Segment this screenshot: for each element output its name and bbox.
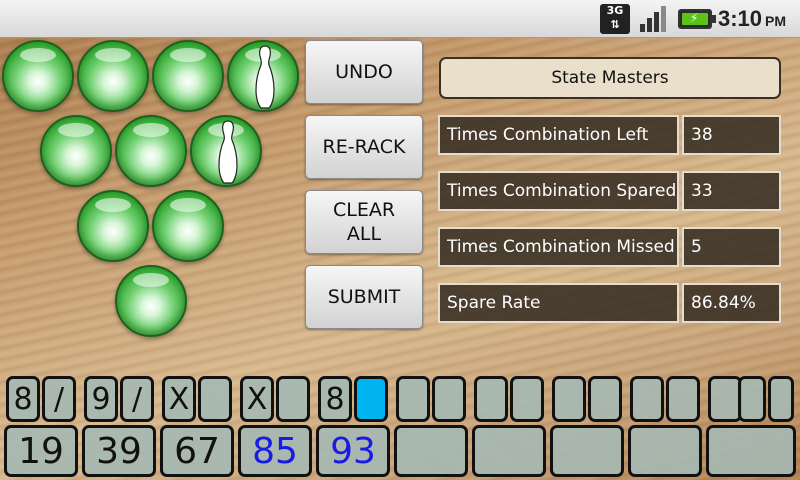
status-clock: 3:10 PM (718, 6, 786, 32)
ball-box-4[interactable]: / (120, 376, 154, 422)
pin-2[interactable] (77, 190, 149, 262)
frame-total-3: 67 (160, 425, 234, 477)
clear-all-line2: ALL (346, 223, 382, 245)
ball-box-12[interactable] (432, 376, 466, 422)
clear-all-line1: CLEAR (332, 199, 396, 221)
pin-7[interactable] (2, 40, 74, 112)
pin-3[interactable] (152, 190, 224, 262)
pin-5[interactable] (115, 115, 187, 187)
frame-total-10 (706, 425, 796, 477)
ball-box-9[interactable]: 8 (318, 376, 352, 422)
signal-strength-icon (640, 6, 666, 32)
pin-8[interactable] (77, 40, 149, 112)
ball-box-1[interactable]: 8 (6, 376, 40, 422)
frame-total-7 (472, 425, 546, 477)
ball-box-20[interactable] (738, 376, 766, 422)
ball-box-17[interactable] (630, 376, 664, 422)
clock-time: 3:10 (718, 6, 763, 31)
ball-box-3[interactable]: 9 (84, 376, 118, 422)
ball-box-18[interactable] (666, 376, 700, 422)
network-3g-icon: 3G ⇅ (600, 4, 630, 34)
ball-box-19[interactable] (708, 376, 742, 422)
ball-box-6[interactable] (198, 376, 232, 422)
ball-box-2[interactable]: / (42, 376, 76, 422)
frame-total-9 (628, 425, 702, 477)
status-bar: 3G ⇅ ⚡ 3:10 PM (0, 0, 800, 38)
undo-button[interactable]: UNDO (305, 40, 423, 104)
clear-all-button[interactable]: CLEAR ALL (305, 190, 423, 254)
frame-total-1: 19 (4, 425, 78, 477)
stat-value-missed: 5 (682, 227, 781, 267)
frame-total-6 (394, 425, 468, 477)
rerack-button[interactable]: RE-RACK (305, 115, 423, 179)
frame-total-8 (550, 425, 624, 477)
stat-label-spare-rate: Spare Rate (438, 283, 679, 323)
stat-value-spare-rate: 86.84% (682, 283, 781, 323)
network-label: 3G (606, 4, 624, 17)
pin-6[interactable] (190, 115, 262, 187)
pin-1[interactable] (115, 265, 187, 337)
battery-charging-icon: ⚡ (678, 9, 716, 29)
ball-box-14[interactable] (510, 376, 544, 422)
ball-box-15[interactable] (552, 376, 586, 422)
frame-total-5: 93 (316, 425, 390, 477)
bowling-pin-icon (255, 45, 275, 109)
league-selector[interactable]: State Masters (439, 57, 781, 99)
pin-9[interactable] (152, 40, 224, 112)
stat-value-left: 38 (682, 115, 781, 155)
ball-box-7[interactable]: X (240, 376, 274, 422)
ball-box-8[interactable] (276, 376, 310, 422)
frame-total-2: 39 (82, 425, 156, 477)
ball-box-5[interactable]: X (162, 376, 196, 422)
stat-label-spared: Times Combination Spared (438, 171, 679, 211)
stat-label-left: Times Combination Left (438, 115, 679, 155)
ball-box-16[interactable] (588, 376, 622, 422)
pin-4[interactable] (40, 115, 112, 187)
ball-box-21[interactable] (768, 376, 794, 422)
clock-ampm: PM (765, 13, 787, 29)
pin-10[interactable] (227, 40, 299, 112)
bowling-pin-icon (218, 120, 238, 184)
submit-button[interactable]: SUBMIT (305, 265, 423, 329)
stat-value-spared: 33 (682, 171, 781, 211)
stat-label-missed: Times Combination Missed (438, 227, 679, 267)
ball-box-10[interactable] (354, 376, 388, 422)
ball-box-13[interactable] (474, 376, 508, 422)
ball-box-11[interactable] (396, 376, 430, 422)
frame-total-4: 85 (238, 425, 312, 477)
